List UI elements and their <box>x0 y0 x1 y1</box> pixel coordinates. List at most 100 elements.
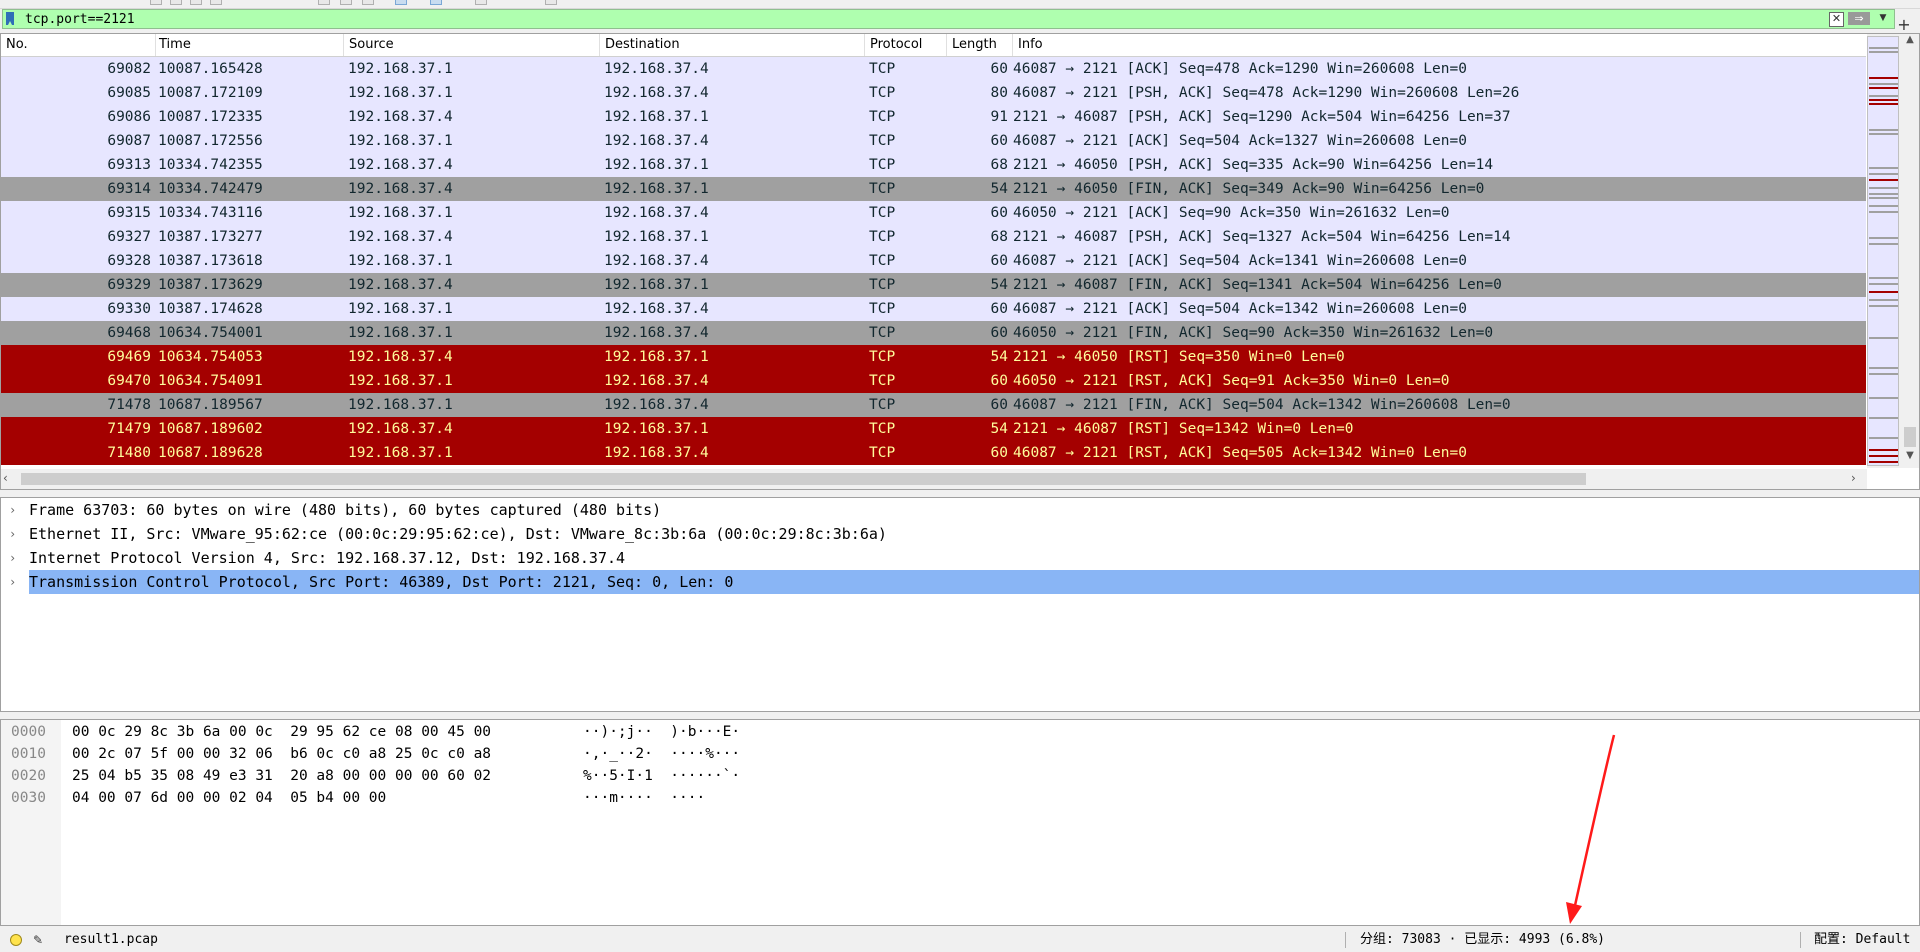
toolbar-button[interactable] <box>362 0 374 5</box>
packet-info: 2121 → 46050 [PSH, ACK] Seq=335 Ack=90 W… <box>1013 157 1494 173</box>
toolbar-button-active[interactable] <box>395 0 407 5</box>
profile-indicator[interactable]: 配置: Default <box>1814 928 1910 952</box>
packet-protocol: TCP <box>869 421 896 437</box>
packet-time: 10334.743116 <box>158 205 263 221</box>
packet-row[interactable]: 69313 10334.742355 192.168.37.4 192.168.37.… <box>1 153 1866 177</box>
packet-row[interactable]: 69469 10634.754053 192.168.37.4 192.168.37.… <box>1 345 1866 369</box>
toolbar-button[interactable] <box>545 0 557 5</box>
toolbar-button-active[interactable] <box>430 0 442 5</box>
packet-source: 192.168.37.1 <box>348 205 453 221</box>
packet-row[interactable]: 69085 10087.172109 192.168.37.1 192.168.37.… <box>1 81 1866 105</box>
packet-row[interactable]: 69330 10387.174628 192.168.37.1 192.168.37.… <box>1 297 1866 321</box>
column-header-source[interactable]: Source <box>344 34 600 56</box>
byte-ascii[interactable]: %··5·I·1 ······`· <box>583 765 740 787</box>
vertical-scrollbar[interactable]: ▲ ▼ <box>1867 34 1919 468</box>
packet-row[interactable]: 69082 10087.165428 192.168.37.1 192.168.37.… <box>1 57 1866 81</box>
scroll-track[interactable] <box>1903 52 1917 447</box>
packet-source: 192.168.37.4 <box>348 349 453 365</box>
packet-destination: 192.168.37.1 <box>604 229 709 245</box>
column-header-time[interactable]: Time <box>154 34 344 56</box>
packet-row[interactable]: 69315 10334.743116 192.168.37.1 192.168.37.… <box>1 201 1866 225</box>
expert-info-icon[interactable] <box>10 934 22 946</box>
toolbar-button[interactable] <box>318 0 330 5</box>
packet-no: 69087 <box>107 133 151 149</box>
minimap-mark <box>1869 77 1898 79</box>
packet-minimap[interactable] <box>1867 36 1899 466</box>
packet-row[interactable]: 71480 10687.189628 192.168.37.1 192.168.37.… <box>1 441 1866 465</box>
packet-protocol: TCP <box>869 157 896 173</box>
byte-hex[interactable]: 04 00 07 6d 00 00 02 04 05 b4 00 00 <box>72 787 386 809</box>
arrow-right-icon[interactable]: ⇒ <box>1848 12 1870 25</box>
packet-row[interactable]: 69086 10087.172335 192.168.37.4 192.168.37.… <box>1 105 1866 129</box>
chevron-left-icon[interactable]: ‹ <box>3 471 17 487</box>
column-header-info[interactable]: Info <box>1013 34 1866 56</box>
chevron-right-icon[interactable]: › <box>1851 471 1865 487</box>
packet-row[interactable]: 69314 10334.742479 192.168.37.4 192.168.37.… <box>1 177 1866 201</box>
byte-hex[interactable]: 00 2c 07 5f 00 00 32 06 b6 0c c0 a8 25 0… <box>72 743 491 765</box>
detail-row-ethernet[interactable]: › Ethernet II, Src: VMware_95:62:ce (00:… <box>1 522 1919 546</box>
packet-info: 46087 → 2121 [ACK] Seq=504 Ack=1341 Win=… <box>1013 253 1467 269</box>
clear-icon[interactable]: ✕ <box>1829 12 1844 27</box>
horizontal-scroll-thumb[interactable] <box>21 473 1586 485</box>
column-header-destination[interactable]: Destination <box>600 34 865 56</box>
packet-row[interactable]: 69329 10387.173629 192.168.37.4 192.168.37.… <box>1 273 1866 297</box>
toolbar-button[interactable] <box>340 0 352 5</box>
chevron-down-icon[interactable]: ▼ <box>1877 12 1889 25</box>
packet-row[interactable]: 71478 10687.189567 192.168.37.1 192.168.37.… <box>1 393 1866 417</box>
packet-info: 2121 → 46087 [PSH, ACK] Seq=1290 Ack=504… <box>1013 109 1511 125</box>
packet-protocol: TCP <box>869 349 896 365</box>
bookmark-icon[interactable] <box>6 12 14 25</box>
byte-ascii[interactable]: ··)·;j·· )·b···E· <box>583 721 740 743</box>
minimap-mark <box>1869 455 1898 457</box>
column-header-protocol[interactable]: Protocol <box>865 34 947 56</box>
detail-row-ip[interactable]: › Internet Protocol Version 4, Src: 192.… <box>1 546 1919 570</box>
chevron-right-icon[interactable]: › <box>9 522 21 546</box>
packet-time: 10634.754091 <box>158 373 263 389</box>
column-header-length[interactable]: Length <box>947 34 1013 56</box>
packet-time: 10634.754053 <box>158 349 263 365</box>
toolbar-button[interactable] <box>190 0 202 5</box>
packet-row[interactable]: 71479 10687.189602 192.168.37.4 192.168.37.… <box>1 417 1866 441</box>
scroll-down-icon[interactable]: ▼ <box>1901 450 1919 466</box>
toolbar-button[interactable] <box>150 0 162 5</box>
packet-protocol: TCP <box>869 277 896 293</box>
chevron-right-icon[interactable]: › <box>9 570 21 594</box>
packet-no: 69315 <box>107 205 151 221</box>
chevron-right-icon[interactable]: › <box>9 546 21 570</box>
display-filter-input[interactable] <box>25 10 1805 28</box>
packet-row[interactable]: 69470 10634.754091 192.168.37.1 192.168.37.… <box>1 369 1866 393</box>
edit-comment-icon[interactable]: ✎ <box>33 932 49 948</box>
minimap-mark <box>1869 129 1898 131</box>
packet-source: 192.168.37.1 <box>348 325 453 341</box>
scroll-thumb[interactable] <box>1904 427 1916 447</box>
packet-protocol: TCP <box>869 301 896 317</box>
minimap-mark <box>1869 299 1898 301</box>
toolbar-button[interactable] <box>170 0 182 5</box>
packet-time: 10334.742479 <box>158 181 263 197</box>
horizontal-scrollbar[interactable]: ‹ › <box>1 469 1867 489</box>
detail-row-tcp[interactable]: › Transmission Control Protocol, Src Por… <box>1 570 1919 594</box>
column-header-no[interactable]: No. <box>1 34 156 56</box>
byte-ascii[interactable]: ···m···· ···· <box>583 787 705 809</box>
packet-protocol: TCP <box>869 181 896 197</box>
packet-row[interactable]: 69468 10634.754001 192.168.37.1 192.168.37.… <box>1 321 1866 345</box>
packet-source: 192.168.37.1 <box>348 445 453 461</box>
packet-info: 46050 → 2121 [RST, ACK] Seq=91 Ack=350 W… <box>1013 373 1450 389</box>
toolbar-button[interactable] <box>210 0 222 5</box>
scroll-up-icon[interactable]: ▲ <box>1901 34 1919 50</box>
byte-hex[interactable]: 00 0c 29 8c 3b 6a 00 0c 29 95 62 ce 08 0… <box>72 721 491 743</box>
detail-row-frame[interactable]: › Frame 63703: 60 bytes on wire (480 bit… <box>1 498 1919 522</box>
byte-hex[interactable]: 25 04 b5 35 08 49 e3 31 20 a8 00 00 00 0… <box>72 765 491 787</box>
packet-info: 2121 → 46087 [RST] Seq=1342 Win=0 Len=0 <box>1013 421 1354 437</box>
packet-row[interactable]: 69087 10087.172556 192.168.37.1 192.168.37.… <box>1 129 1866 153</box>
packet-row[interactable]: 69328 10387.173618 192.168.37.1 192.168.37.… <box>1 249 1866 273</box>
packet-protocol: TCP <box>869 373 896 389</box>
packet-destination: 192.168.37.4 <box>604 253 709 269</box>
packet-list-header: No. Time Source Destination Protocol Len… <box>1 34 1866 57</box>
byte-ascii[interactable]: ·,·_··2· ····%··· <box>583 743 740 765</box>
packet-row[interactable]: 69327 10387.173277 192.168.37.4 192.168.37.… <box>1 225 1866 249</box>
packet-destination: 192.168.37.4 <box>604 301 709 317</box>
packet-length: 60 <box>990 397 1008 413</box>
toolbar-button[interactable] <box>475 0 487 5</box>
chevron-right-icon[interactable]: › <box>9 498 21 522</box>
